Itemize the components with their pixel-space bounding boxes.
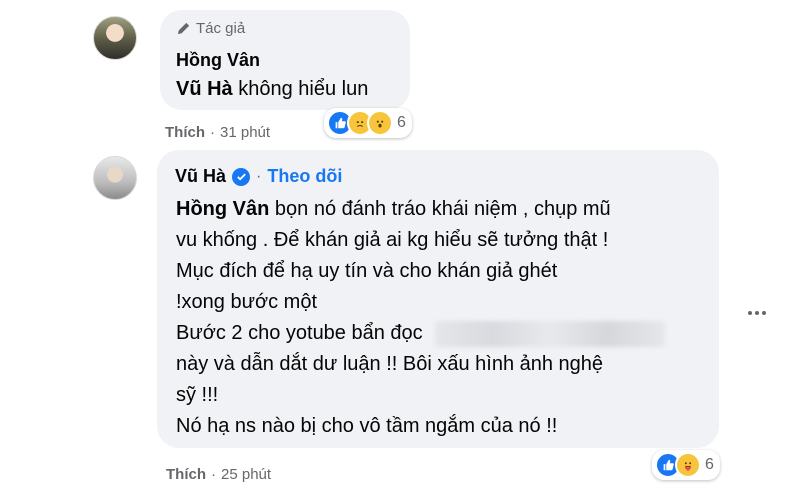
- comment-actions: Thích · 25 phút: [166, 466, 271, 483]
- reaction-summary[interactable]: 6: [652, 450, 720, 480]
- comment-header: Vũ Hà · Theo dõi: [175, 166, 342, 187]
- avatar[interactable]: [93, 16, 137, 60]
- comment-text: Vũ Hà không hiểu lun: [176, 78, 368, 101]
- comment-line-text: bọn nó đánh tráo khái niệm , chụp mũ: [269, 198, 611, 220]
- wow-icon: [367, 110, 393, 136]
- author-badge-label: Tác giả: [196, 20, 246, 37]
- like-button[interactable]: Thích: [166, 466, 206, 483]
- avatar[interactable]: [93, 156, 137, 200]
- follow-button[interactable]: Theo dõi: [267, 166, 342, 187]
- more-options-icon[interactable]: [740, 296, 774, 330]
- reaction-count: 6: [705, 456, 714, 473]
- meta-separator: ·: [210, 124, 215, 141]
- care-icon: [675, 452, 701, 478]
- mention-link[interactable]: Vũ Hà: [176, 78, 233, 100]
- comment-line: !xong bước một: [176, 291, 318, 313]
- comment-line: Bước 2 cho yotube bẩn đọc: [176, 318, 716, 349]
- commenter-name[interactable]: Vũ Hà: [175, 166, 226, 187]
- comment-line: vu khống . Để khán giả ai kg hiểu sẽ tưở…: [176, 229, 609, 251]
- pencil-icon: [177, 22, 190, 35]
- comment-line: sỹ !!!: [176, 384, 219, 406]
- comment-line: này và dẫn dắt dư luận !! Bôi xấu hình ả…: [176, 353, 604, 375]
- comment-actions: Thích · 31 phút: [165, 124, 270, 141]
- comment-line-text: Bước 2 cho yotube bẩn đọc: [176, 322, 423, 344]
- like-button[interactable]: Thích: [165, 124, 205, 141]
- verified-badge-icon: [232, 167, 251, 186]
- reaction-summary[interactable]: 6: [324, 108, 412, 138]
- timestamp[interactable]: 25 phút: [221, 466, 271, 483]
- commenter-name[interactable]: Hồng Vân: [176, 50, 260, 71]
- reaction-count: 6: [397, 114, 406, 131]
- comment-line: Hồng Vân bọn nó đánh tráo khái niệm , ch…: [176, 194, 716, 225]
- comment-text: Hồng Vân bọn nó đánh tráo khái niệm , ch…: [176, 194, 716, 442]
- comment-line: Nó hạ ns nào bị cho vô tầm ngắm của nó !…: [176, 415, 558, 437]
- comment-line: Mục đích để hạ uy tín và cho khán giả gh…: [176, 260, 558, 282]
- timestamp[interactable]: 31 phút: [220, 124, 270, 141]
- author-badge: Tác giả: [176, 20, 245, 37]
- meta-separator: ·: [211, 466, 216, 483]
- blurred-redaction: [434, 320, 665, 347]
- header-separator: ·: [256, 167, 262, 185]
- comment-text-body: không hiểu lun: [232, 78, 369, 100]
- mention-link[interactable]: Hồng Vân: [176, 198, 269, 220]
